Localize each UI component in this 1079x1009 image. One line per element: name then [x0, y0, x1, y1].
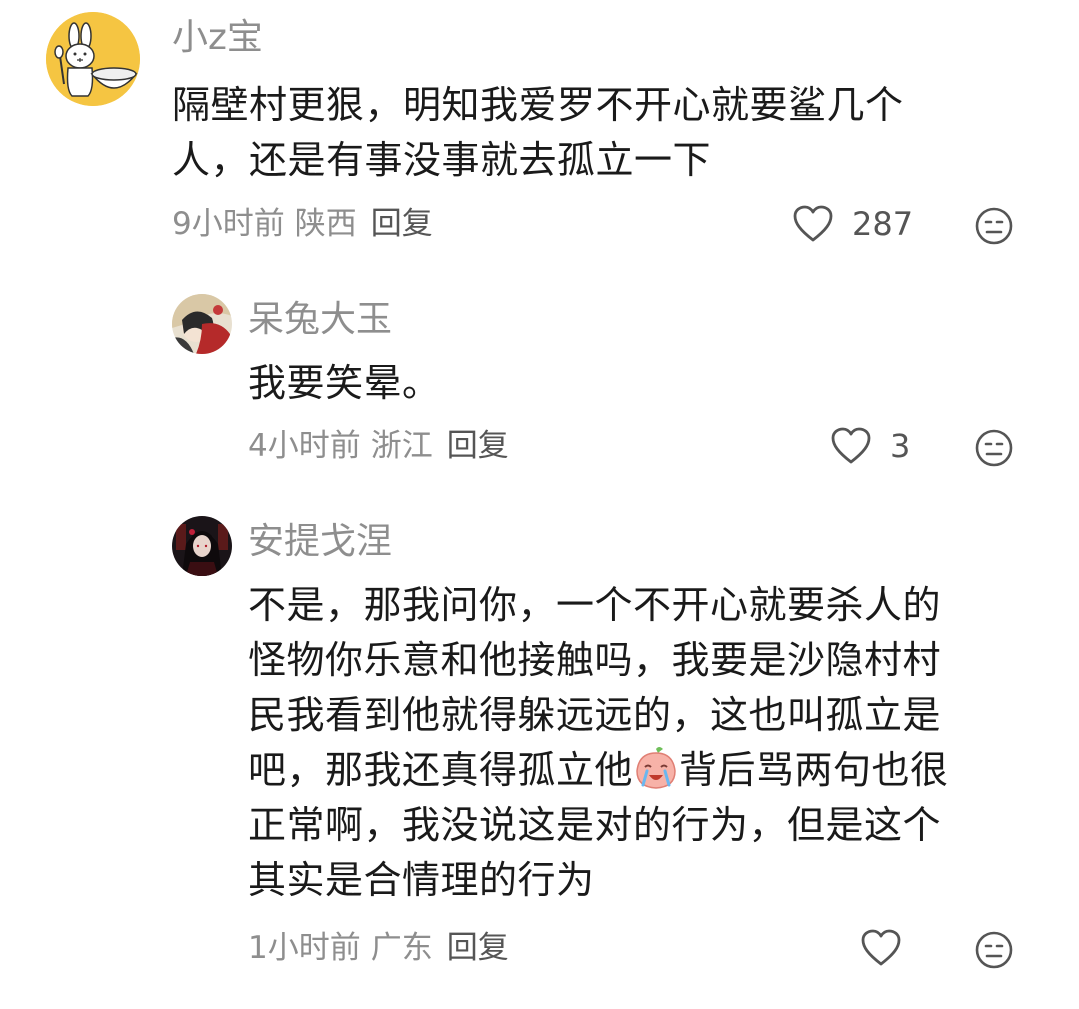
comment-line: 不是，那我问你，一个不开心就要杀人的 [248, 583, 942, 627]
timestamp: 4小时前 [248, 428, 361, 464]
comment-text: 不是，那我问你，一个不开心就要杀人的 怪物你乐意和他接触吗，我要是沙隐村村 民我… [248, 578, 1028, 908]
username[interactable]: 安提戈涅 [248, 522, 392, 562]
timestamp: 1小时前 [248, 930, 361, 966]
heart-outline-icon [861, 929, 901, 966]
comment-3: 安提戈涅 不是，那我问你，一个不开心就要杀人的 怪物你乐意和他接触吗，我要是沙隐… [0, 500, 1079, 1009]
location: 浙江 [370, 428, 433, 464]
avatar[interactable] [46, 12, 140, 106]
neutral-face-icon [975, 931, 1013, 969]
heart-outline-icon [793, 205, 833, 242]
avatar[interactable] [172, 516, 232, 576]
timestamp: 9小时前 [172, 206, 285, 242]
dark-anime-portrait-avatar-icon [172, 516, 232, 576]
reply-button[interactable]: 回复 [447, 428, 509, 464]
neutral-face-icon [975, 207, 1013, 245]
comment-line: 怪物你乐意和他接触吗，我要是沙隐村村 [248, 638, 942, 682]
like-button[interactable]: 287 [792, 204, 913, 244]
heart-outline-icon [831, 427, 871, 464]
comment-line: 隔壁村更狠，明知我爱罗不开心就要鲨几个 [172, 83, 904, 127]
username[interactable]: 呆兔大玉 [248, 300, 392, 340]
reply-button[interactable]: 回复 [371, 206, 433, 242]
comment-line: 吧，那我还真得孤立他 背后骂两句也很 [248, 743, 1028, 798]
comment-meta: 4小时前 浙江 回复 [248, 428, 509, 464]
like-button[interactable]: 3 [830, 426, 910, 466]
comment-2: 呆兔大玉 我要笑晕。 4小时前 浙江 回复 3 [0, 280, 1079, 490]
comment-meta: 1小时前 广东 回复 [248, 930, 509, 966]
comment-line: 正常啊，我没说这是对的行为，但是这个 [248, 803, 942, 847]
comment-line-part: 吧，那我还真得孤立他 [248, 748, 634, 792]
react-button[interactable] [974, 428, 1014, 468]
react-button[interactable] [974, 206, 1014, 246]
comment-1: 小z宝 隔壁村更狠，明知我爱罗不开心就要鲨几个 人，还是有事没事就去孤立一下 9… [0, 0, 1079, 260]
comment-line: 人，还是有事没事就去孤立一下 [172, 138, 712, 182]
bunny-avatar-icon [46, 12, 140, 106]
comment-text: 我要笑晕。 [248, 356, 1008, 411]
like-button[interactable] [860, 928, 902, 968]
comment-line: 其实是合情理的行为 [248, 858, 595, 902]
avatar[interactable] [172, 294, 232, 354]
react-button[interactable] [974, 930, 1014, 970]
anime-portrait-avatar-icon [172, 294, 232, 354]
like-count: 287 [852, 205, 914, 243]
reply-button[interactable]: 回复 [447, 930, 509, 966]
crying-laughing-peach-emoji-icon [636, 747, 676, 789]
comment-line: 民我看到他就得躲远远的，这也叫孤立是 [248, 693, 942, 737]
username[interactable]: 小z宝 [172, 18, 263, 58]
comment-text: 隔壁村更狠，明知我爱罗不开心就要鲨几个 人，还是有事没事就去孤立一下 [172, 78, 1032, 188]
comment-line-part: 背后骂两句也很 [679, 748, 949, 792]
comment-line: 我要笑晕。 [248, 361, 441, 405]
location: 广东 [370, 930, 433, 966]
neutral-face-icon [975, 429, 1013, 467]
location: 陕西 [294, 206, 357, 242]
like-count: 3 [890, 427, 911, 465]
comment-meta: 9小时前 陕西 回复 [172, 206, 433, 242]
